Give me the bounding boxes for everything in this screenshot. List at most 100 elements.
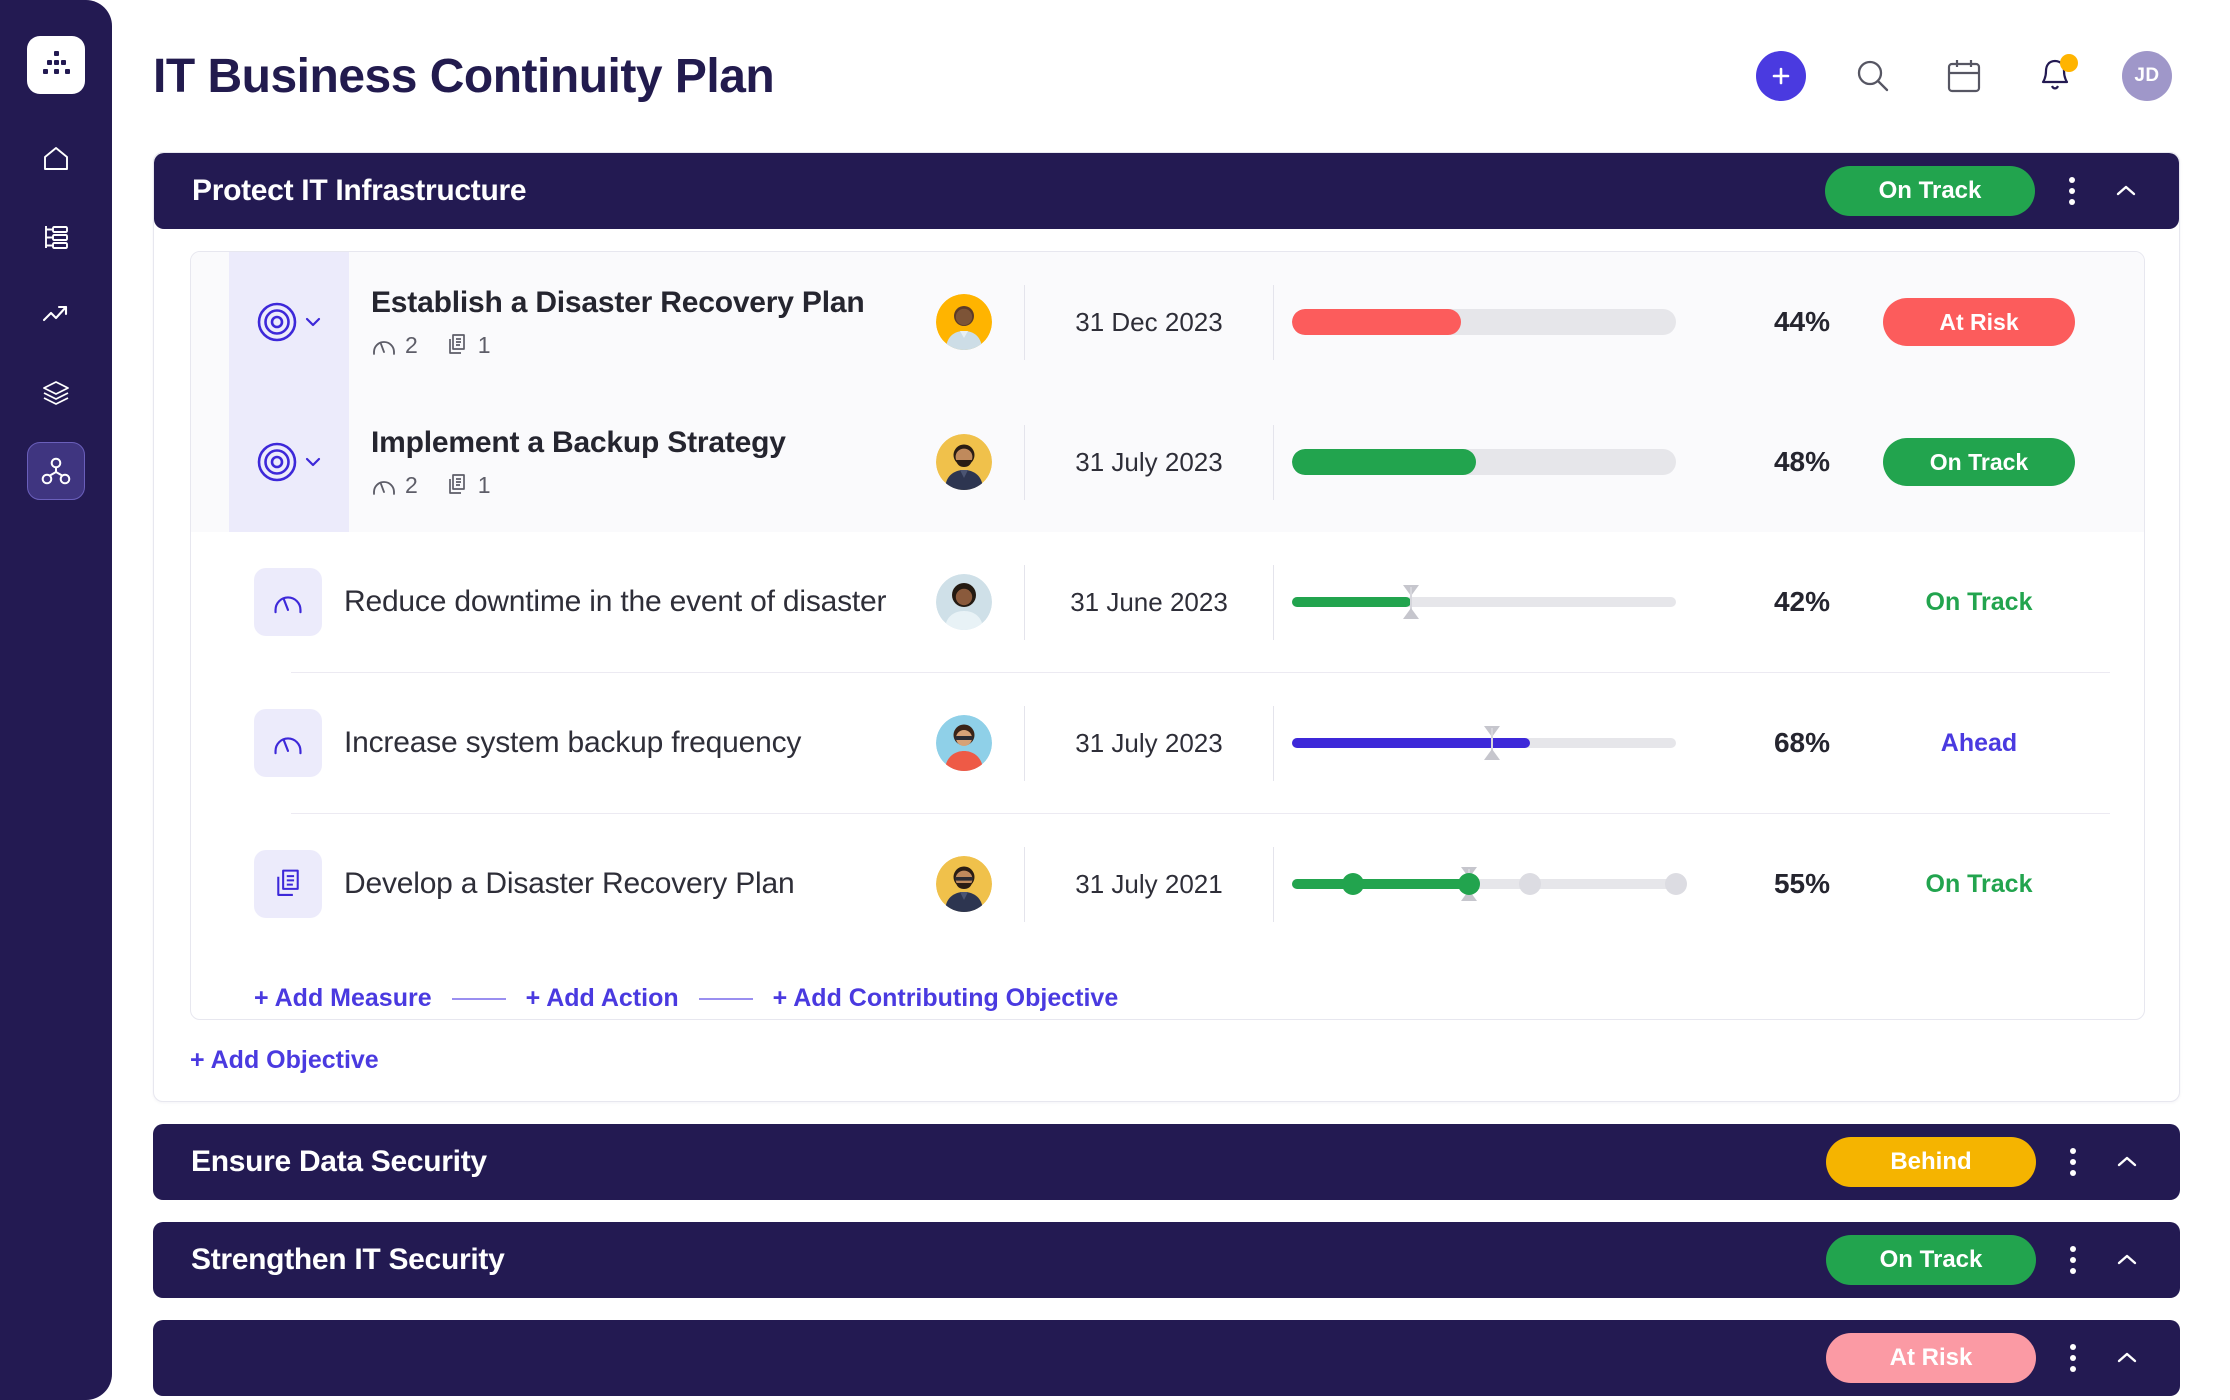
- milestone-bar-cell[interactable]: [1274, 866, 1694, 902]
- milestone-dot[interactable]: [1342, 873, 1365, 895]
- gauge-icon: [274, 737, 302, 755]
- sidebar-item-home[interactable]: [27, 130, 85, 188]
- goal-status-badge[interactable]: At Risk: [1826, 1333, 2036, 1383]
- notifications-button[interactable]: [2031, 52, 2079, 100]
- sidebar-item-plans[interactable]: [27, 208, 85, 266]
- goal-header-partial[interactable]: At Risk: [153, 1320, 2180, 1396]
- calendar-button[interactable]: [1940, 52, 1988, 100]
- owner-avatar-cell[interactable]: [904, 574, 1024, 630]
- goal-menu-button[interactable]: [2052, 1333, 2094, 1383]
- avatar: [936, 574, 992, 630]
- progress-bar-cell[interactable]: [1274, 449, 1694, 475]
- row-status-badge[interactable]: At Risk: [1883, 298, 2075, 346]
- kebab-dot: [2070, 1355, 2076, 1361]
- goal-header-strengthen-it-security[interactable]: Strengthen IT Security On Track: [153, 1222, 2180, 1298]
- objective-icon-tile[interactable]: [229, 392, 349, 532]
- measure-row[interactable]: Increase system backup frequency 31 July…: [191, 673, 2144, 813]
- add-contributing-objective-link[interactable]: + Add Contributing Objective: [773, 984, 1119, 1013]
- avatar: [936, 294, 992, 350]
- milestone-dot[interactable]: [1457, 873, 1480, 895]
- owner-avatar-cell[interactable]: [904, 434, 1024, 490]
- progress-bar-cell[interactable]: [1274, 309, 1694, 335]
- goal-collapse-toggle[interactable]: [2103, 166, 2149, 216]
- sidebar-item-analytics[interactable]: [27, 286, 85, 344]
- trend-up-icon: [42, 305, 68, 322]
- row-status-text: On Track: [1925, 587, 2033, 616]
- measure-info: Reduce downtime in the event of disaster: [322, 585, 904, 619]
- app-root: IT Business Continuity Plan JD Protect I…: [0, 0, 2230, 1400]
- owner-avatar-cell[interactable]: [904, 856, 1024, 912]
- goal-collapse-toggle[interactable]: [2104, 1137, 2150, 1187]
- add-links-row: + Add Measure + Add Action + Add Contrib…: [191, 954, 2144, 1019]
- objective-row[interactable]: Establish a Disaster Recovery Plan 2 1 3…: [191, 252, 2144, 392]
- measure-row[interactable]: Reduce downtime in the event of disaster…: [191, 532, 2144, 672]
- progress-slider[interactable]: [1292, 584, 1676, 620]
- app-logo[interactable]: [27, 36, 85, 94]
- goal-card-protect-it-infrastructure: Protect IT Infrastructure On Track Estab…: [153, 152, 2180, 1102]
- chevron-down-icon[interactable]: [302, 451, 324, 473]
- goal-collapse-toggle[interactable]: [2104, 1333, 2150, 1383]
- document-stack-icon: [277, 869, 299, 896]
- goal-header-ensure-data-security[interactable]: Ensure Data Security Behind: [153, 1124, 2180, 1200]
- measure-icon-tile: [254, 709, 322, 777]
- objective-row[interactable]: Implement a Backup Strategy 2 1 31 July …: [191, 392, 2144, 532]
- chevron-up-icon: [2117, 1352, 2137, 1363]
- objective-list: Establish a Disaster Recovery Plan 2 1 3…: [190, 251, 2145, 1020]
- progress-slider-cell[interactable]: [1274, 584, 1694, 620]
- due-date: 31 Dec 2023: [1024, 284, 1274, 360]
- owner-avatar-cell[interactable]: [904, 294, 1024, 350]
- kebab-dot: [2069, 199, 2075, 205]
- objective-icon-tile[interactable]: [229, 252, 349, 392]
- target-icon: [257, 442, 297, 482]
- sidebar-item-layers[interactable]: [27, 364, 85, 422]
- chevron-up-icon: [2116, 185, 2136, 196]
- goal-title: Strengthen IT Security: [191, 1243, 505, 1276]
- goal-menu-button[interactable]: [2052, 1137, 2094, 1187]
- add-measure-link[interactable]: + Add Measure: [254, 984, 432, 1013]
- action-name: Develop a Disaster Recovery Plan: [344, 867, 795, 900]
- goal-header[interactable]: Protect IT Infrastructure On Track: [154, 153, 2179, 229]
- goal-menu-button[interactable]: [2052, 1235, 2094, 1285]
- kebab-dot: [2070, 1246, 2076, 1252]
- chevron-down-icon[interactable]: [302, 311, 324, 333]
- add-button[interactable]: [1756, 51, 1806, 101]
- kebab-dot: [2070, 1366, 2076, 1372]
- sidebar-item-strategy-map[interactable]: [27, 442, 85, 500]
- document-stack-icon: [448, 474, 465, 494]
- kebab-dot: [2069, 177, 2075, 183]
- progress-percent: 44%: [1773, 306, 1830, 337]
- add-objective-link[interactable]: + Add Objective: [190, 1046, 379, 1075]
- link-separator: [451, 997, 506, 1000]
- goal-collapse-toggle[interactable]: [2104, 1235, 2150, 1285]
- milestone-dot[interactable]: [1519, 873, 1542, 895]
- due-date: 31 June 2023: [1024, 564, 1274, 640]
- goal-status-badge[interactable]: On Track: [1826, 1235, 2036, 1285]
- gauge-icon: [373, 481, 395, 495]
- chevron-up-icon: [2117, 1254, 2137, 1265]
- progress-percent: 68%: [1773, 727, 1830, 758]
- main-content: IT Business Continuity Plan JD Protect I…: [112, 0, 2230, 1400]
- action-row[interactable]: Develop a Disaster Recovery Plan 31 July…: [191, 814, 2144, 954]
- milestone-dot[interactable]: [1665, 873, 1687, 895]
- row-status-cell: At Risk: [1844, 298, 2144, 346]
- notification-badge: [2060, 54, 2078, 72]
- goal-menu-button[interactable]: [2051, 166, 2093, 216]
- goal-status-badge[interactable]: Behind: [1826, 1137, 2036, 1187]
- progress-slider[interactable]: [1292, 725, 1676, 761]
- user-avatar[interactable]: JD: [2122, 51, 2172, 101]
- progress-bar-fill: [1292, 309, 1461, 335]
- due-date: 31 July 2023: [1024, 424, 1274, 500]
- progress-bar-fill: [1292, 449, 1477, 475]
- top-bar-actions: JD: [1756, 51, 2172, 101]
- progress-slider-cell[interactable]: [1274, 725, 1694, 761]
- add-action-link[interactable]: + Add Action: [526, 984, 679, 1013]
- kebab-dot: [2070, 1159, 2076, 1165]
- objective-name: Implement a Backup Strategy: [371, 425, 786, 459]
- goal-status-badge[interactable]: On Track: [1825, 166, 2035, 216]
- owner-avatar-cell[interactable]: [904, 715, 1024, 771]
- milestone-track[interactable]: [1292, 866, 1687, 902]
- search-button[interactable]: [1849, 52, 1897, 100]
- row-status-badge[interactable]: On Track: [1883, 438, 2075, 486]
- row-status-cell: Ahead: [1844, 729, 2144, 758]
- row-status-text: On Track: [1925, 869, 2033, 898]
